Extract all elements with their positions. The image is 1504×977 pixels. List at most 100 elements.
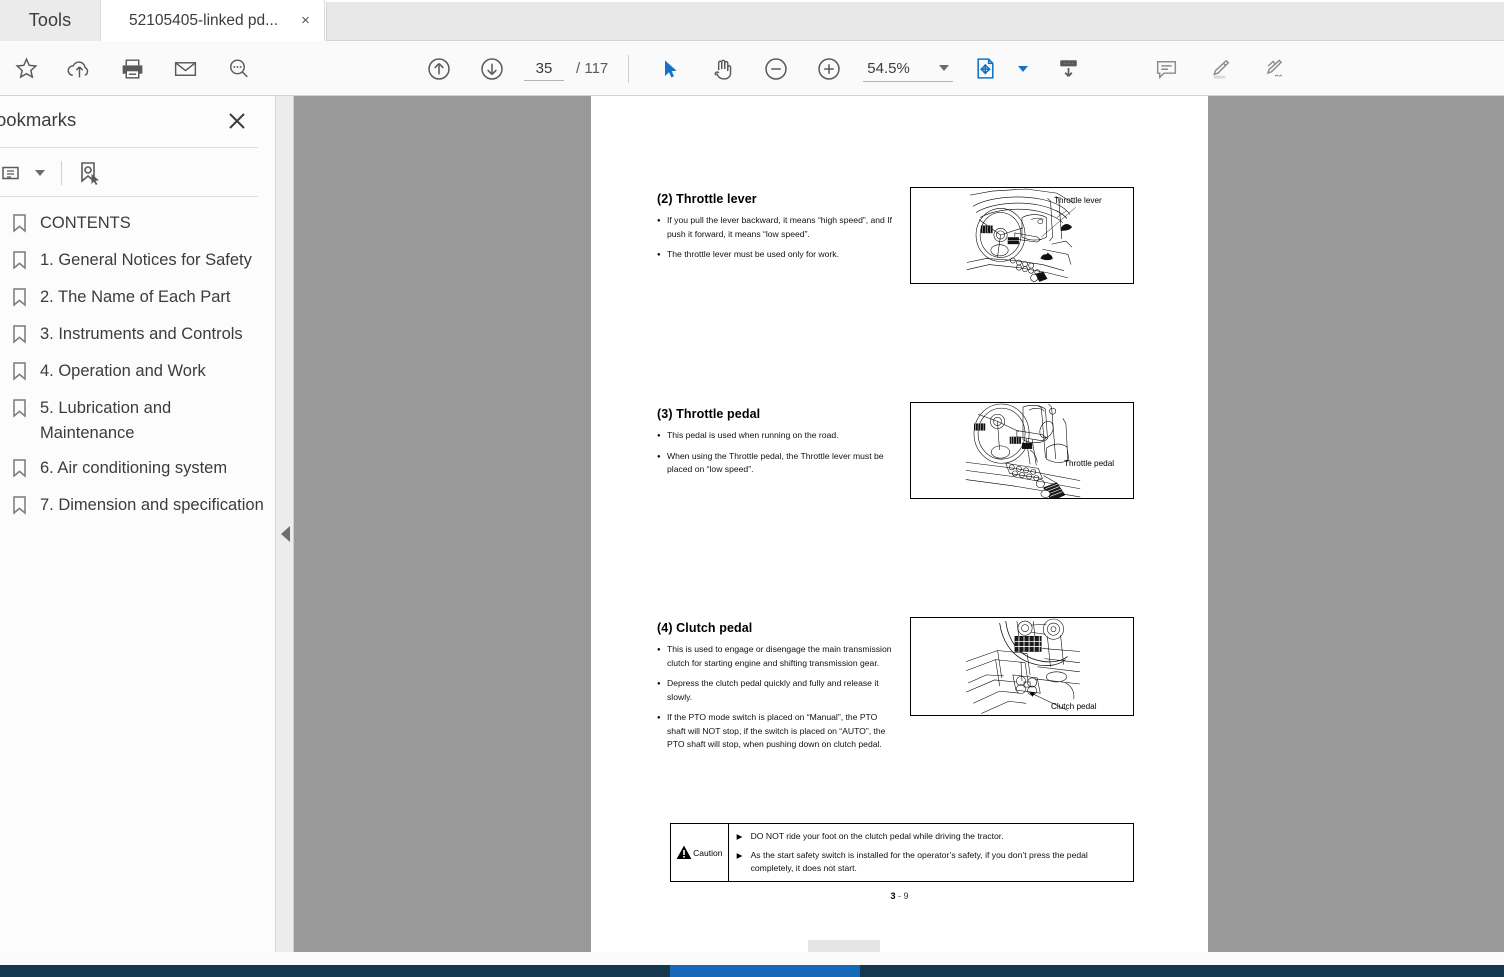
cloud-upload-icon[interactable] [53,41,106,96]
bookmark-icon [11,361,28,386]
page-navigation: / 117 [524,56,609,81]
section-throttle-pedal: (3) Throttle pedal This pedal is used wh… [657,407,907,484]
section-bullets: This is used to engage or disengage the … [657,643,909,752]
close-panel-icon[interactable] [224,108,250,134]
chevron-down-icon[interactable] [35,169,45,176]
bookmark-icon [11,324,28,349]
figure-label: Throttle pedal [1064,459,1115,468]
tractor-clutch-pedal-drawing [966,618,1080,714]
page-footer: 3 - 9 [591,891,1208,901]
bookmarks-panel: ookmarks CONTENTS 1. General Notices for… [0,96,276,952]
bookmark-item-dimension-and-specification[interactable]: 7. Dimension and specification [0,488,276,525]
section-heading: (2) Throttle lever [657,192,757,206]
toolbar-left-group [0,41,265,96]
minus-circle-icon[interactable] [749,41,802,96]
pdf-page: (2) Throttle lever If you pull the lever… [591,96,1208,952]
zoom-level-value: 54.5% [867,59,910,77]
bookmark-item-lubrication-and-maintenance[interactable]: 5. Lubrication and Maintenance [0,391,276,451]
figure-label: Throttle lever [1054,196,1102,205]
star-icon[interactable] [0,41,53,96]
bullet-item: If the PTO mode switch is placed on “Man… [657,711,895,752]
cursor-select-icon[interactable] [643,41,696,96]
chevron-left-icon [281,526,290,542]
comment-icon[interactable] [1140,41,1193,96]
bookmark-label: 4. Operation and Work [40,362,206,380]
section-heading: (3) Throttle pedal [657,407,761,421]
bookmark-item-the-name-of-each-part[interactable]: 2. The Name of Each Part [0,280,276,317]
list-options-icon[interactable] [2,161,45,185]
bullet-item: This pedal is used when running on the r… [657,429,895,443]
plus-circle-icon[interactable] [802,41,855,96]
tab-document[interactable]: 52105405-linked pd... × [100,0,325,41]
bookmark-icon [11,250,28,275]
panel-toolbar-divider [61,160,62,185]
figure-label: Clutch pedal [1051,702,1097,711]
new-bookmark-icon[interactable] [76,159,104,187]
os-taskbar-active-window[interactable] [670,965,860,977]
page-footer-page: 9 [903,891,909,901]
panel-collapse-handle[interactable] [276,96,294,952]
close-icon[interactable]: × [297,12,314,29]
bookmark-icon [11,287,28,312]
tractor-throttle-pedal-drawing [965,403,1081,498]
caution-line: As the start safety switch is installed … [737,849,1125,875]
bookmark-icon [11,398,28,423]
page-footer-separator: - [898,891,901,901]
bookmark-item-air-conditioning-system[interactable]: 6. Air conditioning system [0,451,276,488]
search-icon[interactable] [212,41,265,96]
page-footer-chapter: 3 [890,891,896,901]
page-count-label: / 117 [576,60,609,77]
sign-pen-icon[interactable] [1246,41,1299,96]
tab-bar: Tools 52105405-linked pd... × [0,0,1504,41]
bookmark-label: 1. General Notices for Safety [40,251,252,269]
section-throttle-lever: (2) Throttle lever If you pull the lever… [657,192,907,269]
bookmark-label: 3. Instruments and Controls [40,325,243,343]
bookmark-item-general-notices-for-safety[interactable]: 1. General Notices for Safety [0,243,276,280]
tab-tools[interactable]: Tools [0,0,100,41]
warning-triangle-icon [676,845,692,859]
bookmark-label: CONTENTS [40,214,131,232]
page-number-input[interactable] [524,56,564,81]
email-icon[interactable] [159,41,212,96]
bookmarks-panel-toolbar [0,148,276,197]
bookmarks-list[interactable]: CONTENTS 1. General Notices for Safety 2… [0,206,276,952]
horizontal-scrollbar[interactable] [808,940,880,952]
bookmark-icon [11,213,28,238]
figure-throttle-pedal: Throttle pedal [910,402,1134,499]
bullet-item: The throttle lever must be used only for… [657,248,895,262]
arrow-down-circle-icon[interactable] [465,41,518,96]
panel-divider-bottom [0,196,258,197]
figure-throttle-lever: Throttle lever [910,187,1134,284]
bullet-item: If you pull the lever backward, it means… [657,214,895,241]
toolbar: / 117 54.5% [0,41,1504,96]
bookmark-icon [11,495,28,520]
bookmark-icon [11,458,28,483]
bookmark-label: 7. Dimension and specification [40,496,264,514]
section-clutch-pedal: (4) Clutch pedal This is used to engage … [657,621,909,759]
hand-pan-icon[interactable] [696,41,749,96]
chevron-down-icon[interactable] [939,65,950,71]
bookmark-item-operation-and-work[interactable]: 4. Operation and Work [0,354,276,391]
tab-bar-empty-area [326,2,1504,41]
bookmark-item-contents[interactable]: CONTENTS [0,206,276,243]
fit-page-chevron-down-icon[interactable] [1018,65,1029,72]
bookmark-label: 6. Air conditioning system [40,459,228,477]
caution-label-cell: Caution [671,824,729,881]
zoom-level-field[interactable]: 54.5% [863,56,954,82]
bookmark-item-instruments-and-controls[interactable]: 3. Instruments and Controls [0,317,276,354]
bullet-item: Depress the clutch pedal quickly and ful… [657,677,895,704]
section-bullets: This pedal is used when running on the r… [657,429,907,477]
bullet-item: This is used to engage or disengage the … [657,643,895,670]
bookmark-label: 5. Lubrication and Maintenance [40,399,172,442]
caution-box: Caution DO NOT ride your foot on the clu… [670,823,1134,882]
document-view[interactable]: (2) Throttle lever If you pull the lever… [294,96,1504,952]
print-icon[interactable] [106,41,159,96]
highlighter-icon[interactable] [1193,41,1246,96]
bookmarks-panel-title: ookmarks [0,109,77,130]
fit-page-icon[interactable] [959,41,1012,96]
arrow-up-circle-icon[interactable] [412,41,465,96]
scroll-mode-icon[interactable] [1042,41,1095,96]
figure-clutch-pedal: Clutch pedal [910,617,1134,716]
tab-tools-label: Tools [28,10,72,30]
viewer-bottom-strip [0,952,1504,965]
